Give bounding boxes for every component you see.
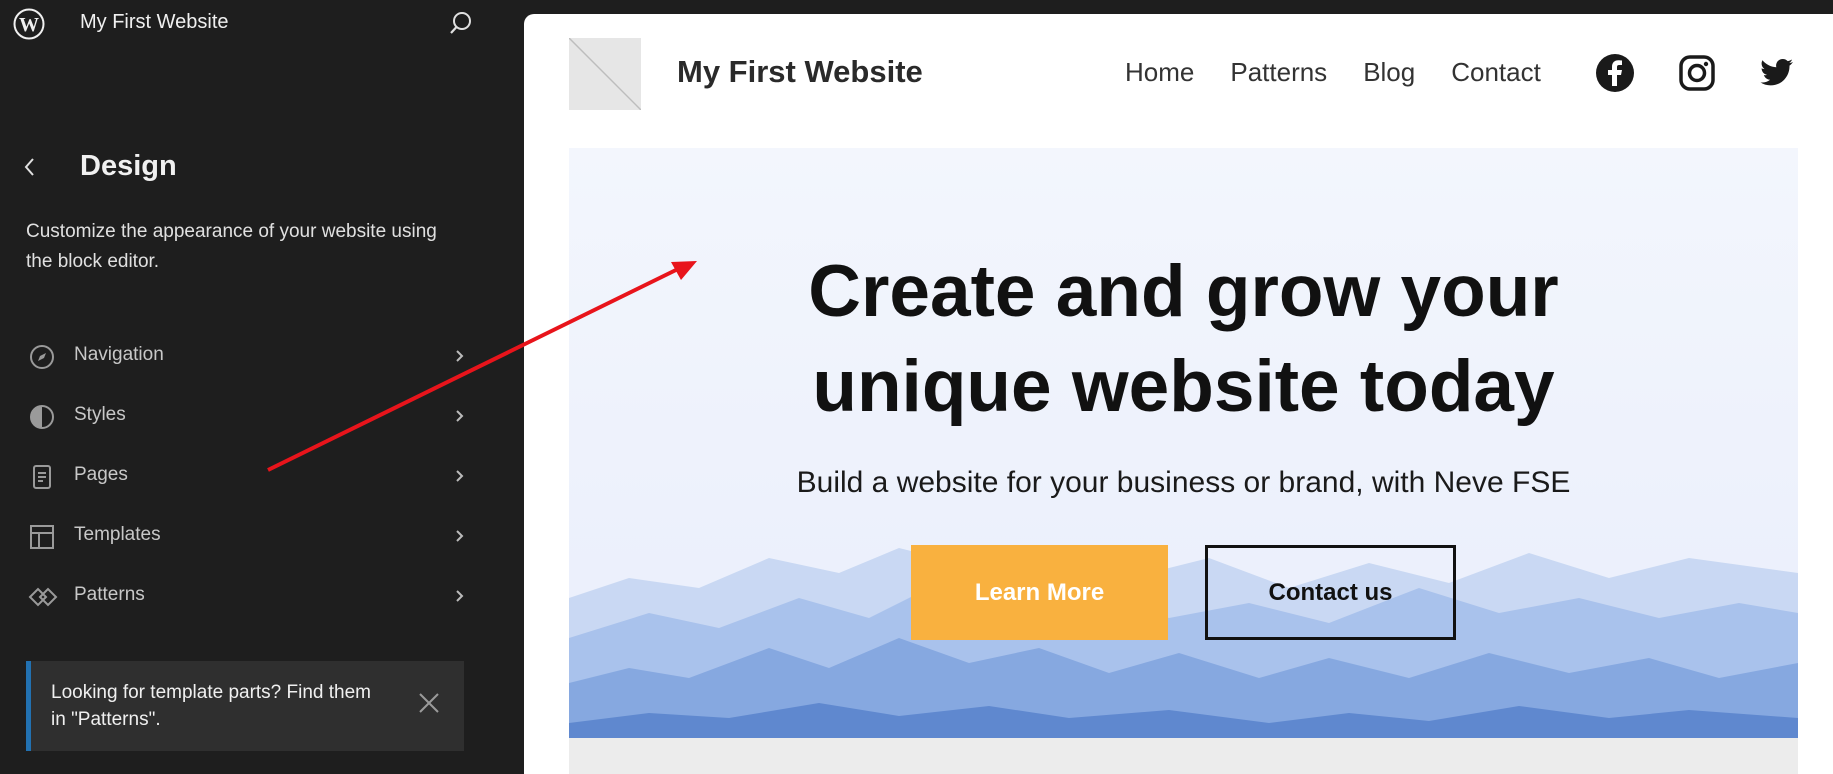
search-icon[interactable]: [448, 10, 474, 36]
menu-item-templates[interactable]: Templates: [0, 506, 480, 566]
menu-item-label: Navigation: [74, 344, 164, 365]
nav-link-blog[interactable]: Blog: [1363, 57, 1415, 88]
menu-item-pages[interactable]: Pages: [0, 446, 480, 506]
template-parts-notice: Looking for template parts? Find them in…: [26, 661, 464, 751]
close-icon[interactable]: [414, 688, 444, 718]
primary-navigation: Home Patterns Blog Contact: [1125, 57, 1577, 88]
chevron-right-icon: [452, 527, 468, 545]
contact-us-button[interactable]: Contact us: [1205, 545, 1456, 640]
compass-icon: [28, 343, 56, 371]
menu-item-label: Pages: [74, 464, 128, 485]
hero-subtitle: Build a website for your business or bra…: [796, 466, 1571, 499]
svg-text:W: W: [19, 14, 39, 36]
nav-link-contact[interactable]: Contact: [1451, 57, 1541, 88]
menu-item-patterns[interactable]: Patterns: [0, 566, 480, 626]
menu-item-styles[interactable]: Styles: [0, 386, 480, 446]
half-circle-icon: [28, 403, 56, 431]
back-button[interactable]: [17, 154, 43, 180]
sidebar: W My First Website Design Customize the …: [0, 0, 524, 774]
twitter-icon[interactable]: [1756, 53, 1796, 93]
menu-item-label: Patterns: [74, 584, 145, 605]
chevron-right-icon: [452, 467, 468, 485]
mountains-background: [569, 548, 1798, 738]
menu-item-navigation[interactable]: Navigation: [0, 326, 480, 386]
section-title: Design: [80, 150, 177, 182]
diamond-icon: [28, 583, 58, 611]
chevron-right-icon: [452, 407, 468, 425]
chevron-left-icon: [24, 158, 34, 176]
hero-title: Create and grow your unique website toda…: [569, 244, 1798, 434]
hero-section: Create and grow your unique website toda…: [569, 148, 1798, 738]
next-section: [569, 738, 1798, 774]
instagram-icon[interactable]: [1677, 53, 1717, 93]
page-icon: [28, 463, 56, 491]
menu-item-label: Styles: [74, 404, 126, 425]
hero-title-line-2: unique website today: [812, 346, 1555, 427]
wordpress-logo-icon[interactable]: W: [13, 8, 45, 40]
site-preview[interactable]: My First Website Home Patterns Blog Cont…: [524, 14, 1833, 774]
section-description: Customize the appearance of your website…: [26, 221, 437, 272]
facebook-icon[interactable]: [1595, 53, 1635, 93]
chevron-right-icon: [452, 587, 468, 605]
learn-more-button[interactable]: Learn More: [911, 545, 1168, 640]
hero-title-line-1: Create and grow your: [808, 251, 1559, 332]
notice-text: Looking for template parts? Find them in…: [51, 682, 372, 730]
menu-item-label: Templates: [74, 524, 161, 545]
design-menu: Navigation Styles Pages Templates Patter…: [0, 326, 480, 626]
site-name[interactable]: My First Website: [80, 11, 229, 34]
preview-site-title[interactable]: My First Website: [677, 54, 923, 90]
nav-link-patterns[interactable]: Patterns: [1230, 57, 1327, 88]
site-logo-placeholder[interactable]: [568, 37, 642, 111]
layout-icon: [28, 523, 56, 551]
chevron-right-icon: [452, 347, 468, 365]
nav-link-home[interactable]: Home: [1125, 57, 1194, 88]
